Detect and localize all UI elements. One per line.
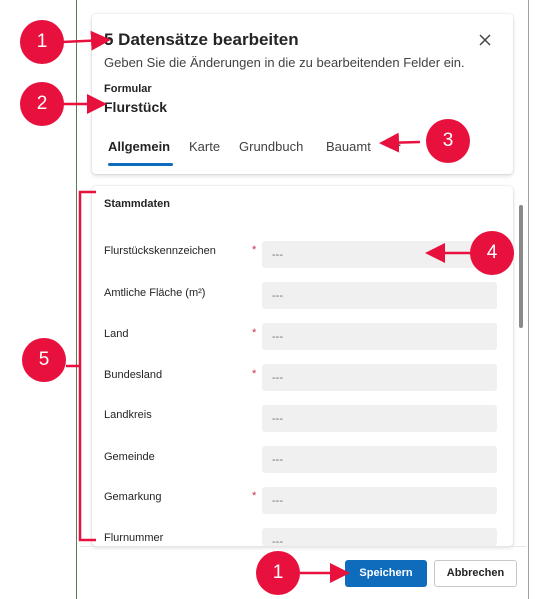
callout-badge: 1 (256, 551, 300, 595)
callout-badge: 3 (426, 119, 470, 163)
arrow-1-title (61, 30, 111, 51)
callout-badge: 5 (22, 338, 66, 382)
callout-badge: 2 (20, 82, 64, 126)
arrow-3-tabs (379, 132, 421, 153)
bracket-5 (78, 190, 96, 542)
callout-badge: 4 (470, 231, 514, 275)
annotation-overlay (61, 30, 470, 583)
callout-badge: 1 (20, 20, 64, 64)
